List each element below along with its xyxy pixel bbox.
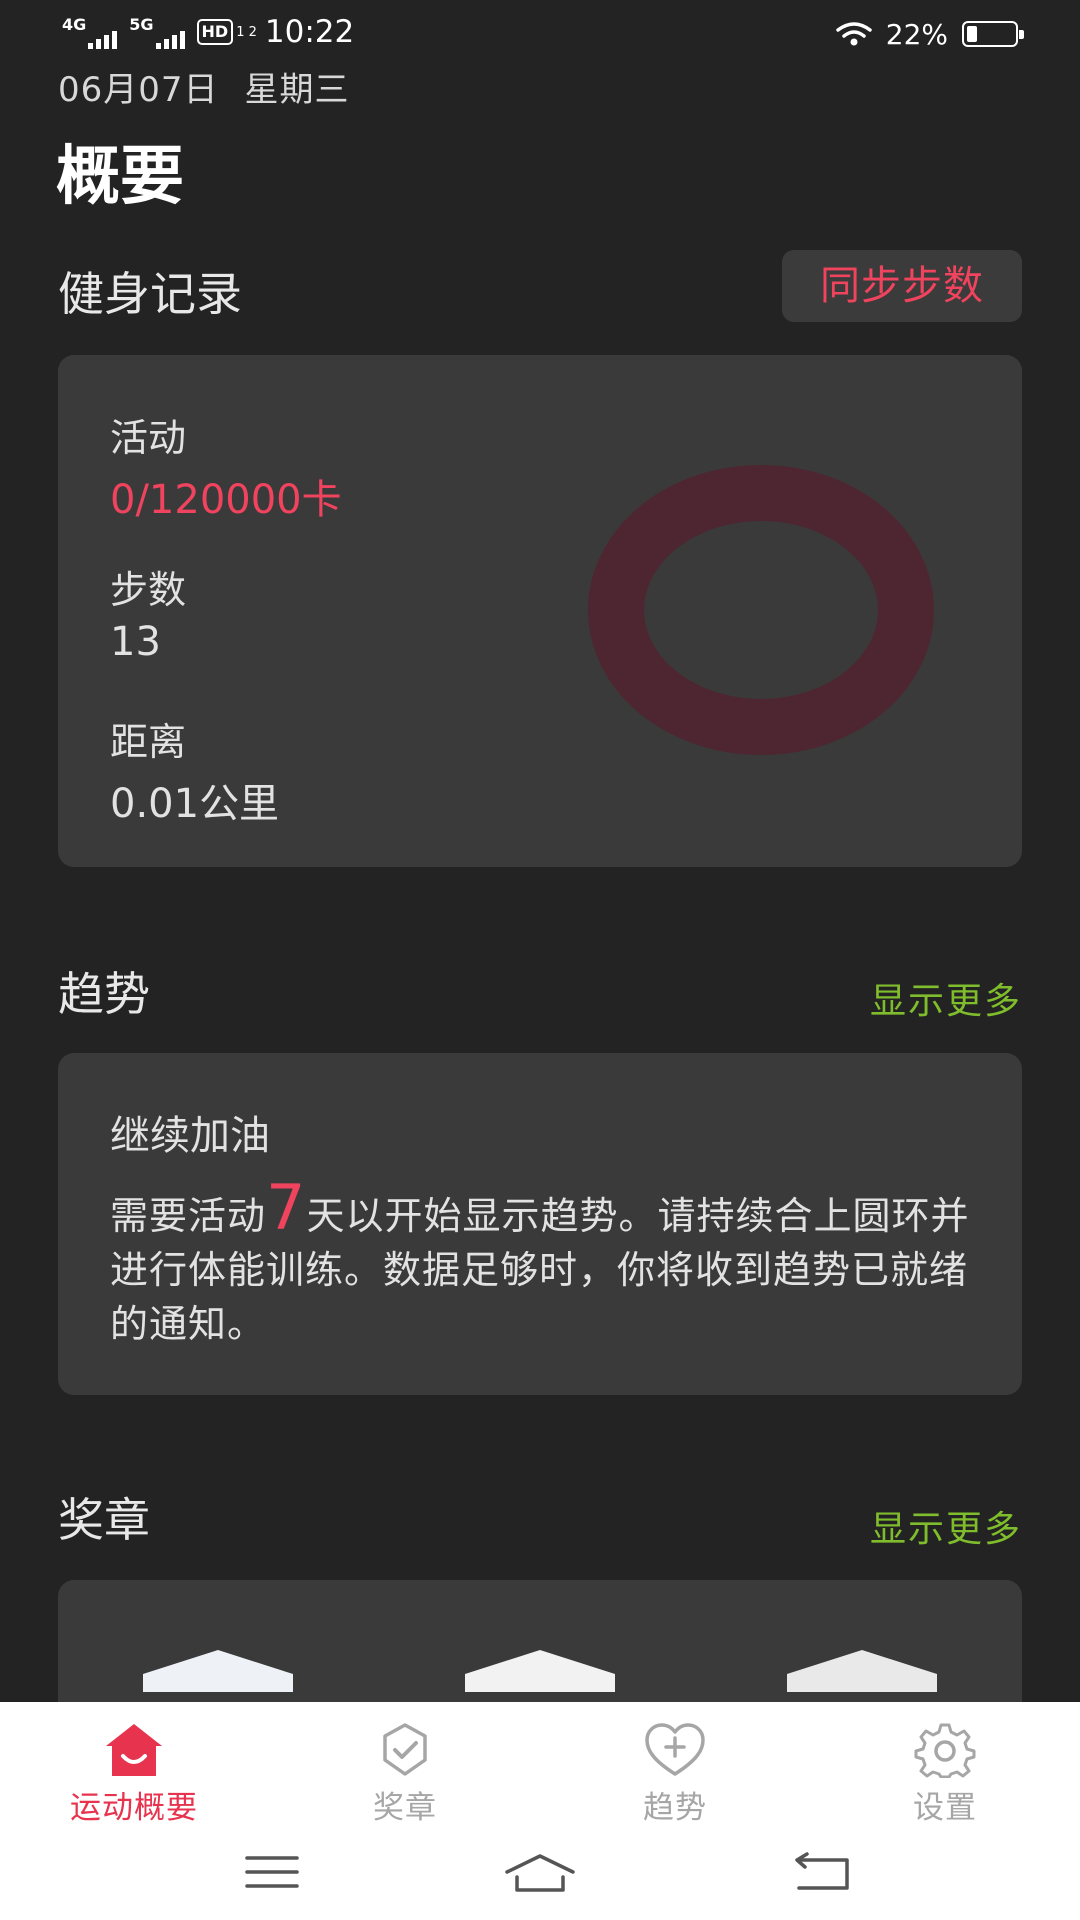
gear-icon (914, 1723, 976, 1778)
heart-plus-icon (645, 1723, 705, 1776)
activity-value: 0/120000卡 (110, 477, 342, 523)
trends-card[interactable]: 继续加油 需要活动7天以开始显示趋势。请持续合上圆环并进行体能训练。数据足够时，… (58, 1053, 1022, 1395)
battery-fill (967, 26, 977, 42)
activity-label: 活动 (110, 416, 187, 460)
nav-tab-settings[interactable]: 设置 (835, 1722, 1055, 1827)
network-4g-label: 4G (62, 15, 87, 34)
bottom-navigation: 运动概要 奖章 趋势 设置 (0, 1702, 1080, 1920)
fitness-card[interactable]: 活动 0/120000卡 步数 13 距离 0.01公里 (58, 355, 1022, 867)
wifi-icon (836, 22, 872, 46)
trends-show-more-link[interactable]: 显示更多 (870, 972, 1022, 1024)
trends-card-title: 继续加油 (110, 1113, 270, 1159)
fitness-summary-screen: 4G 5G HD 1 2 10:22 22% 06月07日 星期三 概要 健身记… (0, 0, 1080, 1920)
sync-steps-button[interactable]: 同步步数 (782, 250, 1022, 322)
page-title: 概要 (56, 140, 184, 214)
trends-days-number: 7 (266, 1171, 307, 1244)
clock: 10:22 (264, 14, 355, 50)
battery-icon (962, 21, 1024, 47)
status-bar: 4G 5G HD 1 2 10:22 22% (0, 0, 1080, 64)
network-5g-label: 5G (129, 15, 154, 34)
nav-tab-trends[interactable]: 趋势 (565, 1722, 785, 1827)
nav-label-trends: 趋势 (643, 1790, 707, 1826)
network-5g-indicator: 5G (129, 15, 185, 49)
battery-percent: 22% (885, 17, 948, 51)
network-4g-indicator: 4G (62, 15, 118, 49)
medal-icon[interactable] (787, 1650, 937, 1692)
medals-show-more-link[interactable]: 显示更多 (870, 1500, 1022, 1552)
signal-bars-icon (88, 29, 118, 49)
trends-message-before: 需要活动 (110, 1194, 267, 1238)
date-text: 06月07日 (58, 70, 219, 110)
steps-value: 13 (110, 619, 161, 665)
home-outline-icon[interactable] (503, 1850, 577, 1894)
medal-icon (383, 1723, 427, 1776)
steps-label: 步数 (110, 568, 187, 612)
hd-sub-label: 1 2 (236, 24, 257, 40)
trends-message: 需要活动7天以开始显示趋势。请持续合上圆环并进行体能训练。数据足够时，你将收到趋… (110, 1177, 980, 1351)
date-line: 06月07日 星期三 (58, 62, 350, 111)
trends-section-title: 趋势 (58, 967, 150, 1021)
menu-icon[interactable] (235, 1850, 309, 1894)
nav-tab-medals[interactable]: 奖章 (295, 1722, 515, 1827)
medals-section-title: 奖章 (58, 1493, 150, 1547)
activity-ring-track (588, 465, 934, 755)
activity-ring (588, 465, 934, 755)
status-left: 4G 5G HD 1 2 10:22 (62, 12, 354, 52)
nav-tab-summary[interactable]: 运动概要 (24, 1722, 244, 1827)
distance-value: 0.01公里 (110, 781, 280, 827)
signal-bars-icon (155, 29, 185, 49)
medal-icon[interactable] (143, 1650, 293, 1692)
home-icon (106, 1724, 162, 1776)
hd-icon: HD (196, 19, 234, 45)
medal-icon[interactable] (465, 1650, 615, 1692)
back-icon[interactable] (785, 1850, 859, 1894)
nav-label-summary: 运动概要 (70, 1790, 198, 1826)
fitness-section-title: 健身记录 (58, 267, 242, 321)
nav-label-settings: 设置 (913, 1790, 977, 1826)
weekday-text: 星期三 (244, 70, 350, 110)
nav-label-medals: 奖章 (373, 1790, 437, 1826)
status-right: 22% (836, 14, 1024, 54)
distance-label: 距离 (110, 720, 187, 764)
